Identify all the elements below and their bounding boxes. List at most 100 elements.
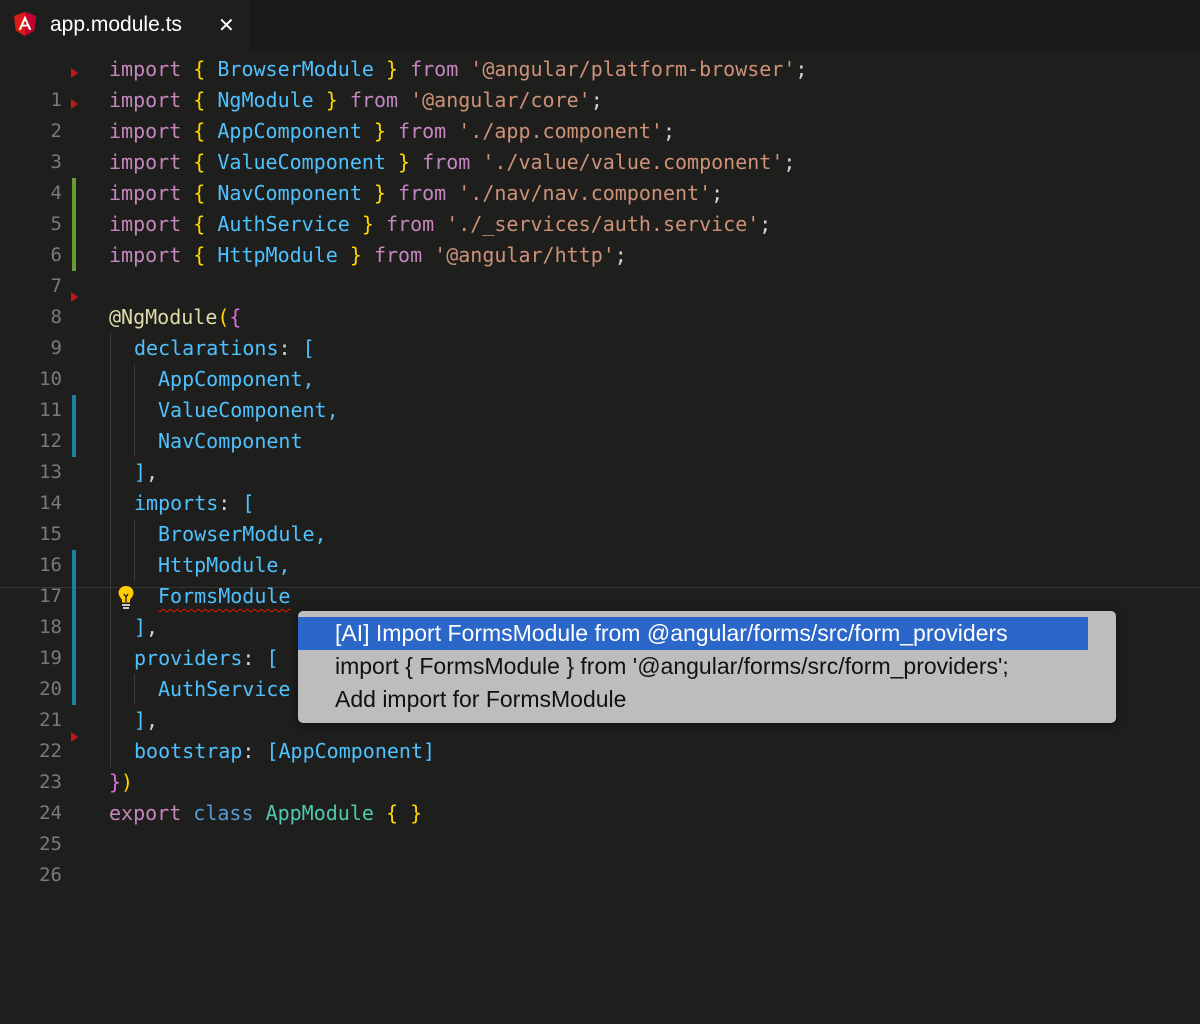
- lightbulb-icon[interactable]: [116, 584, 136, 610]
- fold-marker-icon[interactable]: [71, 99, 78, 109]
- keyword: import: [109, 243, 182, 267]
- code-line: 24 }): [0, 767, 1200, 824]
- tab-app-module[interactable]: app.module.ts ✕: [0, 0, 250, 52]
- brace: }: [337, 243, 362, 267]
- punctuation: ,: [146, 460, 159, 484]
- code-line: 2 import { NgModule } from '@angular/cor…: [0, 85, 1200, 142]
- brace: }: [361, 181, 386, 205]
- code-line-current: 18 FormsModule: [0, 581, 1200, 638]
- angular-logo-icon: [14, 12, 36, 36]
- identifier: ValueComponent: [217, 150, 386, 174]
- code-line: 6 import { AuthService } from './_servic…: [0, 209, 1200, 266]
- tab-label: app.module.ts: [50, 13, 182, 36]
- bracket: [: [242, 491, 255, 515]
- tab-bar: app.module.ts ✕: [0, 0, 1200, 52]
- string: './_services/auth.service': [446, 212, 760, 236]
- brace: {: [193, 88, 218, 112]
- code-line: 12 ValueComponent,: [0, 395, 1200, 452]
- identifier: NavComponent: [158, 429, 303, 453]
- identifier: BrowserModule,: [158, 522, 327, 546]
- code-line: 11 AppComponent,: [0, 364, 1200, 421]
- keyword: class: [193, 801, 254, 825]
- brace: { }: [385, 801, 423, 825]
- indent-guide: [134, 674, 135, 705]
- brace: }: [385, 150, 411, 174]
- string: './value/value.component': [482, 150, 784, 174]
- semicolon: ;: [711, 181, 724, 205]
- indent-guide: [110, 736, 111, 767]
- brace: }: [349, 212, 374, 236]
- close-icon[interactable]: ✕: [218, 13, 235, 37]
- semicolon: ;: [783, 150, 796, 174]
- indent-guide: [110, 395, 111, 426]
- code-line: 26: [0, 829, 1200, 886]
- brace: }: [109, 770, 122, 794]
- punctuation: :: [242, 739, 267, 763]
- identifier: AppComponent,: [158, 367, 315, 391]
- identifier: AppComponent: [217, 119, 362, 143]
- code-line: 8: [0, 271, 1200, 328]
- code-line: 7 import { HttpModule } from '@angular/h…: [0, 240, 1200, 297]
- code-line: 16 BrowserModule,: [0, 519, 1200, 576]
- identifier: HttpModule: [217, 243, 338, 267]
- git-modified-marker: [72, 426, 76, 457]
- code-line: 15 imports: [: [0, 488, 1200, 545]
- identifier: AuthService: [158, 677, 291, 701]
- fold-marker-icon[interactable]: [71, 68, 78, 78]
- brace: {: [193, 57, 218, 81]
- keyword: from: [373, 243, 423, 267]
- code-line: 5 import { NavComponent } from './nav/na…: [0, 178, 1200, 235]
- string: './app.component': [458, 119, 663, 143]
- property: bootstrap: [134, 739, 243, 763]
- punctuation: :: [242, 646, 267, 670]
- git-modified-marker: [72, 643, 76, 674]
- quick-fix-item-selected[interactable]: [AI] Import FormsModule from @angular/fo…: [298, 617, 1088, 650]
- property: declarations: [134, 336, 279, 360]
- keyword: from: [422, 150, 471, 174]
- indent-guide: [110, 364, 111, 395]
- code-line: 9 @NgModule({: [0, 302, 1200, 359]
- punctuation: ,: [146, 615, 159, 639]
- indent-guide: [110, 426, 111, 457]
- indent-guide: [110, 333, 111, 364]
- identifier: HttpModule,: [158, 553, 291, 577]
- code-line: 4 import { ValueComponent } from './valu…: [0, 147, 1200, 204]
- bracket: ]: [134, 708, 147, 732]
- fold-marker-icon[interactable]: [71, 292, 78, 302]
- quick-fix-item[interactable]: import { FormsModule } from '@angular/fo…: [298, 650, 1116, 683]
- keyword: import: [109, 150, 182, 174]
- keyword: import: [109, 119, 182, 143]
- quick-fix-item[interactable]: Add import for FormsModule: [298, 683, 1116, 716]
- string: './nav/nav.component': [458, 181, 712, 205]
- property: imports: [134, 491, 219, 515]
- identifier: AuthService: [217, 212, 350, 236]
- brace: {: [193, 181, 218, 205]
- keyword: import: [109, 212, 182, 236]
- brace: {: [229, 305, 242, 329]
- indent-guide: [134, 395, 135, 426]
- quick-fix-menu: [AI] Import FormsModule from @angular/fo…: [298, 611, 1116, 723]
- indent-guide: [110, 519, 111, 550]
- keyword: export: [109, 801, 182, 825]
- identifier-error[interactable]: FormsModule: [158, 581, 290, 612]
- git-modified-marker: [72, 395, 76, 426]
- keyword: import: [109, 181, 182, 205]
- identifier: BrowserModule: [217, 57, 374, 81]
- semicolon: ;: [662, 119, 675, 143]
- indent-guide: [134, 426, 135, 457]
- brace: {: [193, 119, 218, 143]
- string: '@angular/http': [434, 243, 615, 267]
- paren: (: [217, 305, 230, 329]
- punctuation: :: [218, 491, 243, 515]
- decorator: @NgModule: [109, 305, 218, 329]
- indent-guide: [110, 550, 111, 581]
- line-number: 26: [39, 864, 62, 886]
- keyword: from: [385, 212, 435, 236]
- keyword: import: [109, 57, 182, 81]
- git-modified-marker: [72, 550, 76, 581]
- keyword: from: [398, 119, 447, 143]
- identifier: NavComponent: [217, 181, 362, 205]
- brace: {: [193, 243, 218, 267]
- keyword: from: [398, 181, 447, 205]
- code-editor[interactable]: 1 import { BrowserModule } from '@angula…: [0, 54, 1200, 1024]
